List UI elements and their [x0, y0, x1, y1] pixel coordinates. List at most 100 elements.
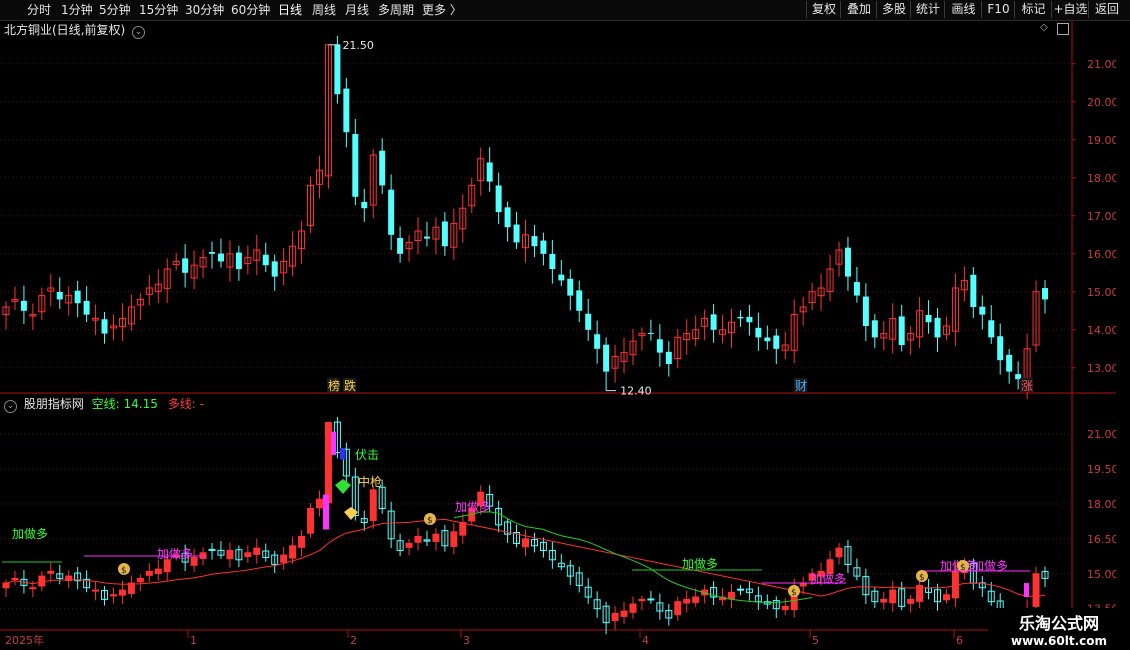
toolbar-button-8[interactable]: 返回 [1088, 1, 1125, 18]
candle [262, 242, 269, 273]
ind-y-tick-label-2: 18.00 [1087, 498, 1119, 511]
ind-candle [584, 578, 592, 604]
candle [209, 241, 216, 269]
signal-bar [323, 494, 329, 530]
annotation-5: 加做多 [682, 556, 718, 571]
ind-candle [92, 581, 100, 601]
timeframe-4[interactable]: 30分钟 [185, 2, 224, 18]
ind-candle-body [781, 605, 789, 611]
candle-body [486, 162, 493, 182]
timeframe-5[interactable]: 60分钟 [231, 2, 270, 18]
candle [755, 312, 762, 351]
candle-body [576, 290, 583, 311]
candle [405, 235, 413, 262]
candle-body [343, 88, 350, 133]
ind-candle [154, 559, 162, 581]
ind-candle [629, 596, 637, 619]
ind-candle-body [889, 589, 897, 604]
ind-candle [271, 550, 279, 574]
candle [979, 295, 986, 330]
ind-candle-body [307, 508, 315, 534]
chevron-down-icon[interactable]: ⌄ [4, 400, 17, 413]
ind-candle-body [414, 535, 422, 543]
low-label: 12.40 [620, 385, 652, 398]
candle-body [988, 320, 995, 338]
candle [674, 329, 682, 369]
candle [1032, 280, 1040, 353]
toolbar-button-1[interactable]: 叠加 [840, 1, 877, 18]
timeframe-0[interactable]: 分时 [27, 2, 51, 18]
toolbar-button-3[interactable]: 统计 [910, 1, 945, 18]
candle [970, 267, 977, 318]
candle-body [504, 207, 511, 228]
candle [513, 211, 520, 249]
ind-candle-body [1032, 573, 1040, 607]
timeframe-1[interactable]: 1分钟 [61, 2, 93, 18]
candle [764, 325, 771, 350]
candle [47, 273, 55, 307]
ind-candle [674, 596, 682, 621]
candle-body [20, 300, 27, 311]
chart-canvas[interactable]: 21.00 20.00 19.00 18.00 17.00 16.00 15.00 14.00… [0, 21, 1130, 650]
ind-candle-body [647, 598, 655, 601]
event-marker-1: 跌 [344, 378, 356, 393]
candle-body [934, 317, 941, 338]
candle [423, 221, 430, 247]
candle [397, 226, 404, 263]
diamond-icon[interactable]: ◇ [1040, 22, 1048, 33]
candle-body [441, 221, 448, 247]
right-scroll-strip[interactable] [1116, 21, 1130, 631]
candle-body [746, 316, 753, 323]
timeframe-7[interactable]: 周线 [312, 2, 336, 18]
ind-candle [978, 575, 986, 597]
money-bag-sign-0: $ [121, 566, 127, 576]
timeframe-6[interactable]: 日线 [278, 2, 302, 18]
candle-body [567, 278, 574, 296]
toolbar-button-4[interactable]: 画线 [944, 1, 982, 18]
long-line-label: 多线: - [167, 397, 204, 411]
toolbar-button-2[interactable]: 多股 [876, 1, 911, 18]
timeframe-8[interactable]: 月线 [345, 2, 369, 18]
candle [880, 321, 888, 350]
ind-candle [513, 524, 521, 548]
candle [522, 219, 529, 263]
toolbar-button-7[interactable]: +自选 [1051, 1, 1089, 18]
candle-body [970, 274, 977, 307]
timeframe-2[interactable]: 5分钟 [99, 2, 131, 18]
ind-candle [495, 500, 503, 533]
chevron-down-icon[interactable]: ⌄ [132, 26, 146, 39]
candle-body [361, 201, 368, 209]
ind-y-tick-label-4: 15.00 [1087, 568, 1119, 581]
candle [495, 172, 502, 225]
toolbar-button-0[interactable]: 复权 [806, 1, 841, 18]
ind-candle-body [226, 549, 234, 560]
ind-candle [602, 601, 610, 635]
candle [92, 304, 100, 336]
ind-candle [145, 563, 153, 582]
indicator-name: 股朋指标网 [23, 397, 84, 411]
candle [11, 286, 19, 311]
ind-candle [575, 566, 583, 593]
ind-candle [74, 567, 82, 590]
toolbar-button-6[interactable]: 标记 [1014, 1, 1052, 18]
ind-y-tick-label-0: 21.00 [1087, 428, 1119, 441]
candle [352, 118, 359, 206]
candle [253, 234, 261, 276]
candle [594, 320, 601, 364]
timeframe-10[interactable]: 更多 〉 [422, 2, 462, 18]
candle [835, 241, 843, 277]
candle [638, 327, 646, 351]
ind-candle [530, 532, 538, 553]
time-label-3: 3 [463, 634, 470, 647]
ind-candle-body [92, 589, 100, 592]
signal-bar [1024, 583, 1029, 598]
candle [656, 324, 663, 367]
candle [477, 147, 485, 196]
empty-line-label: 空线: 14.15 [91, 397, 158, 411]
ind-candle-body [728, 591, 736, 600]
candle [38, 287, 46, 320]
timeframe-9[interactable]: 多周期 [378, 2, 414, 18]
timeframe-3[interactable]: 15分钟 [139, 2, 178, 18]
toolbar-button-5[interactable]: F10 [981, 1, 1015, 18]
panel-toggle-icon[interactable] [1057, 23, 1069, 35]
